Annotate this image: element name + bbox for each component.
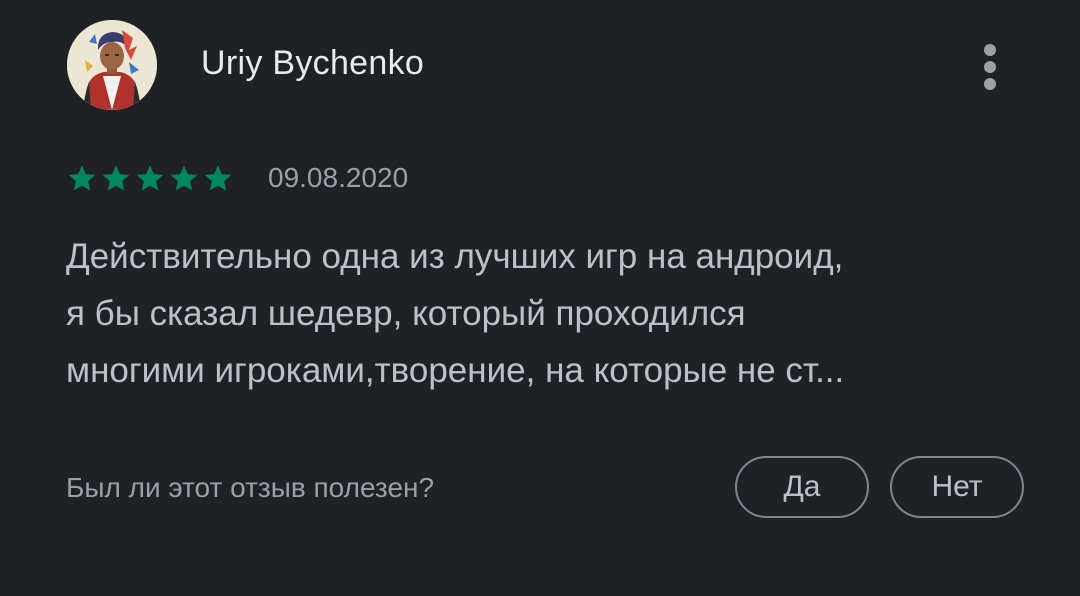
- more-vert-icon-dot: [984, 44, 996, 56]
- rating-row: 09.08.2020: [66, 160, 408, 196]
- star-icon: [102, 165, 130, 191]
- review-text-line: я бы сказал шедевр, который проходился: [66, 294, 746, 333]
- star-icon: [68, 165, 96, 191]
- more-vert-icon-dot: [984, 61, 996, 73]
- user-avatar-illustration: [67, 20, 157, 110]
- star-icon: [170, 165, 198, 191]
- helpful-question: Был ли этот отзыв полезен?: [66, 472, 435, 503]
- reviewer-name: Uriy Bychenko: [201, 44, 425, 82]
- star-rating: [66, 162, 236, 194]
- helpful-no-button[interactable]: Нет: [890, 456, 1024, 518]
- star-icon: [204, 165, 232, 191]
- review-text[interactable]: Действительно одна из лучших игр на андр…: [66, 228, 1026, 399]
- helpful-yes-button[interactable]: Да: [735, 456, 869, 518]
- reviewer-avatar[interactable]: [67, 20, 157, 110]
- review-text-line: многими игроками,творение, на которые не…: [66, 351, 845, 390]
- review-text-line: Действительно одна из лучших игр на андр…: [66, 237, 844, 276]
- star-icon: [136, 165, 164, 191]
- more-vert-icon-dot: [984, 78, 996, 90]
- review-date: 09.08.2020: [268, 162, 409, 193]
- more-options-button[interactable]: [966, 36, 1016, 98]
